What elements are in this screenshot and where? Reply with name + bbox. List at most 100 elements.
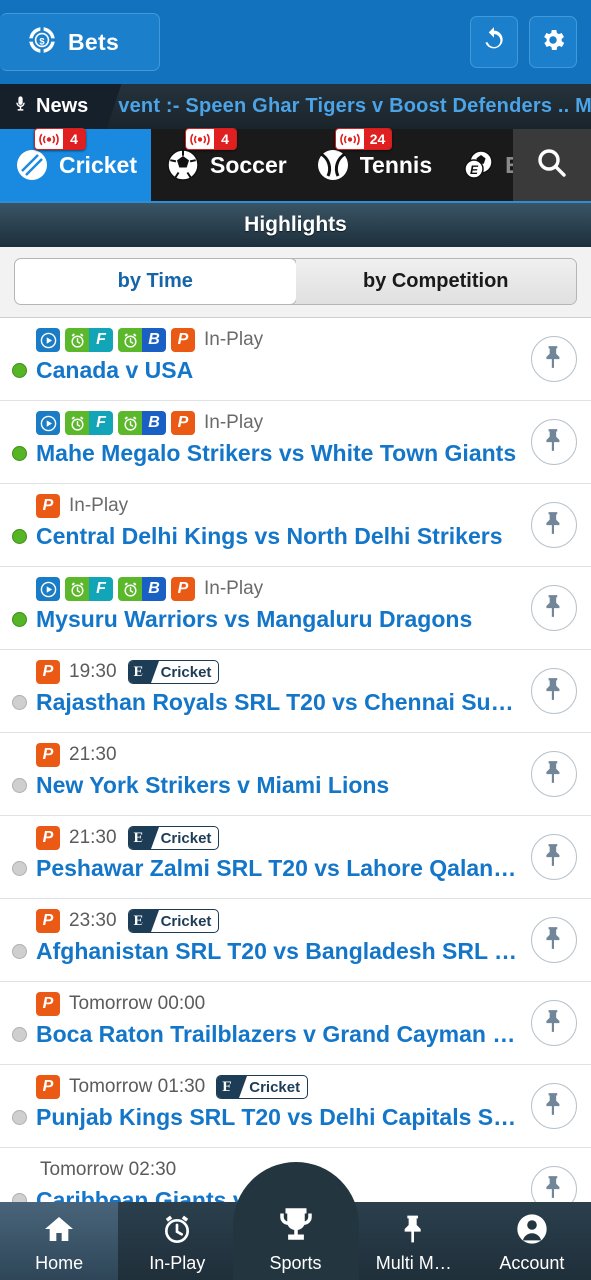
match-title-row: New York Strikers v Miami Lions — [12, 772, 525, 799]
match-row[interactable]: F B P In-Play Mahe Megalo Strikers vs White … — [0, 401, 591, 484]
match-row[interactable]: F B P In-Play Canada v USA — [0, 318, 591, 401]
match-row[interactable]: P Tomorrow 01:30 E Cricket Punjab Kings SRL … — [0, 1065, 591, 1148]
match-status-dot — [12, 612, 27, 627]
tab-cricket[interactable]: 4 Cricket — [0, 128, 151, 201]
pin-button[interactable] — [531, 834, 577, 880]
sort-toggle-wrap: by Time by Competition — [0, 247, 591, 318]
match-status-dot — [12, 446, 27, 461]
match-row[interactable]: P In-Play Central Delhi Kings vs North Del… — [0, 484, 591, 567]
nav-label-multi-markets: Multi M… — [375, 1253, 452, 1273]
market-badge[interactable]: P — [36, 992, 60, 1016]
market-badge[interactable]: P — [36, 660, 60, 684]
match-time: 23:30 — [69, 910, 117, 931]
market-badge[interactable] — [36, 577, 60, 601]
match-row[interactable]: P 21:30 E Cricket Peshawar Zalmi SRL T20 vs … — [0, 816, 591, 899]
pin-button[interactable] — [531, 502, 577, 548]
pin-button[interactable] — [531, 585, 577, 631]
match-name[interactable]: Mysuru Warriors vs Mangaluru Dragons — [36, 606, 472, 633]
competition-badge[interactable]: E Cricket — [127, 909, 220, 933]
sort-by-competition-tab[interactable]: by Competition — [295, 259, 576, 304]
pin-icon — [541, 925, 567, 956]
refresh-button[interactable] — [470, 16, 518, 68]
market-badge[interactable]: P — [171, 411, 195, 435]
bookmaker-icon: B — [142, 411, 166, 435]
live-badge-soccer: 4 — [184, 128, 237, 150]
nav-item-in-play[interactable]: In-Play — [118, 1202, 236, 1280]
market-badge[interactable]: B — [118, 328, 166, 352]
market-badge[interactable]: B — [118, 411, 166, 435]
match-title-row: Canada v USA — [12, 357, 525, 384]
match-name[interactable]: Peshawar Zalmi SRL T20 vs Lahore Qalan… — [36, 855, 516, 882]
match-name[interactable]: Boca Raton Trailblazers v Grand Cayman … — [36, 1021, 515, 1048]
pin-button[interactable] — [531, 419, 577, 465]
competition-badge[interactable]: E Cricket — [127, 660, 220, 684]
pin-button[interactable] — [531, 751, 577, 797]
match-name[interactable]: Afghanistan SRL T20 vs Bangladesh SRL … — [36, 938, 517, 965]
competition-badge[interactable]: E Cricket — [216, 1075, 309, 1099]
match-status-dot — [12, 861, 27, 876]
market-badge[interactable]: P — [36, 1075, 60, 1099]
pin-button[interactable] — [531, 917, 577, 963]
market-badge[interactable]: F — [65, 328, 113, 352]
pin-button[interactable] — [531, 336, 577, 382]
market-badge[interactable]: P — [171, 577, 195, 601]
match-time: Tomorrow 01:30 — [69, 1076, 206, 1097]
match-row[interactable]: P 21:30 New York Strikers v Miami Lions — [0, 733, 591, 816]
market-badge[interactable]: P — [36, 494, 60, 518]
settings-button[interactable] — [529, 16, 577, 68]
match-time: In-Play — [204, 412, 264, 433]
tab-tennis[interactable]: 24 Tennis — [301, 128, 446, 201]
match-name[interactable]: Rajasthan Royals SRL T20 vs Chennai Su… — [36, 689, 514, 716]
sort-by-time-tab[interactable]: by Time — [15, 259, 297, 304]
premium-icon: P — [36, 660, 60, 684]
match-row[interactable]: F B P In-Play Mysuru Warriors vs Mangaluru D… — [0, 567, 591, 650]
pin-icon — [541, 676, 567, 707]
match-name[interactable]: New York Strikers v Miami Lions — [36, 772, 389, 799]
nav-item-home[interactable]: Home — [0, 1202, 119, 1280]
match-time: In-Play — [204, 578, 264, 599]
match-name[interactable]: Canada v USA — [36, 357, 193, 384]
market-badge[interactable]: F — [65, 411, 113, 435]
match-row[interactable]: P 19:30 E Cricket Rajasthan Royals SRL T20 v… — [0, 650, 591, 733]
nav-item-account[interactable]: Account — [473, 1202, 591, 1280]
match-status-dot — [12, 1110, 27, 1125]
pin-button[interactable] — [531, 1083, 577, 1129]
search-button[interactable] — [513, 129, 591, 201]
premium-icon: P — [171, 328, 195, 352]
match-meta: F B P In-Play — [12, 576, 525, 602]
fancy-icon: F — [89, 577, 113, 601]
broadcast-icon — [35, 129, 63, 149]
market-badge[interactable] — [36, 411, 60, 435]
gear-icon — [539, 26, 567, 59]
match-row[interactable]: P Tomorrow 00:00 Boca Raton Trailblazers v… — [0, 982, 591, 1065]
match-list: F B P In-Play Canada v USA F B P In-Play Mahe Meg… — [0, 318, 591, 1231]
match-meta: F B P In-Play — [12, 327, 525, 353]
alarm-icon — [118, 411, 142, 435]
pin-icon — [398, 1213, 430, 1253]
market-badge[interactable]: P — [36, 909, 60, 933]
market-badge[interactable] — [36, 328, 60, 352]
match-name[interactable]: Mahe Megalo Strikers vs White Town Giant… — [36, 440, 516, 467]
competition-badge-prefix: E — [128, 827, 149, 849]
tab-soccer[interactable]: 4 Soccer — [151, 128, 301, 201]
market-badge[interactable]: F — [65, 577, 113, 601]
market-badge[interactable]: B — [118, 577, 166, 601]
nav-item-sports[interactable]: Sports — [232, 1162, 359, 1280]
nav-item-multi-markets[interactable]: Multi M… — [355, 1202, 473, 1280]
live-count-soccer: 4 — [213, 129, 236, 149]
svg-text:$: $ — [39, 36, 45, 46]
tennis-ball-icon — [315, 147, 351, 183]
competition-badge[interactable]: E Cricket — [127, 826, 220, 850]
bets-button[interactable]: $ Bets — [0, 13, 160, 71]
market-badge[interactable]: P — [36, 743, 60, 767]
pin-icon — [541, 593, 567, 624]
pin-button[interactable] — [531, 668, 577, 714]
match-name[interactable]: Punjab Kings SRL T20 vs Delhi Capitals S… — [36, 1104, 516, 1131]
pin-button[interactable] — [531, 1000, 577, 1046]
news-ticker-bar[interactable]: News vent :- Speen Ghar Tigers v Boost D… — [0, 84, 591, 129]
market-badge[interactable]: P — [171, 328, 195, 352]
market-badge[interactable]: P — [36, 826, 60, 850]
news-tag: News — [0, 84, 103, 129]
match-row[interactable]: P 23:30 E Cricket Afghanistan SRL T20 vs Ban… — [0, 899, 591, 982]
match-name[interactable]: Central Delhi Kings vs North Delhi Strik… — [36, 523, 503, 550]
